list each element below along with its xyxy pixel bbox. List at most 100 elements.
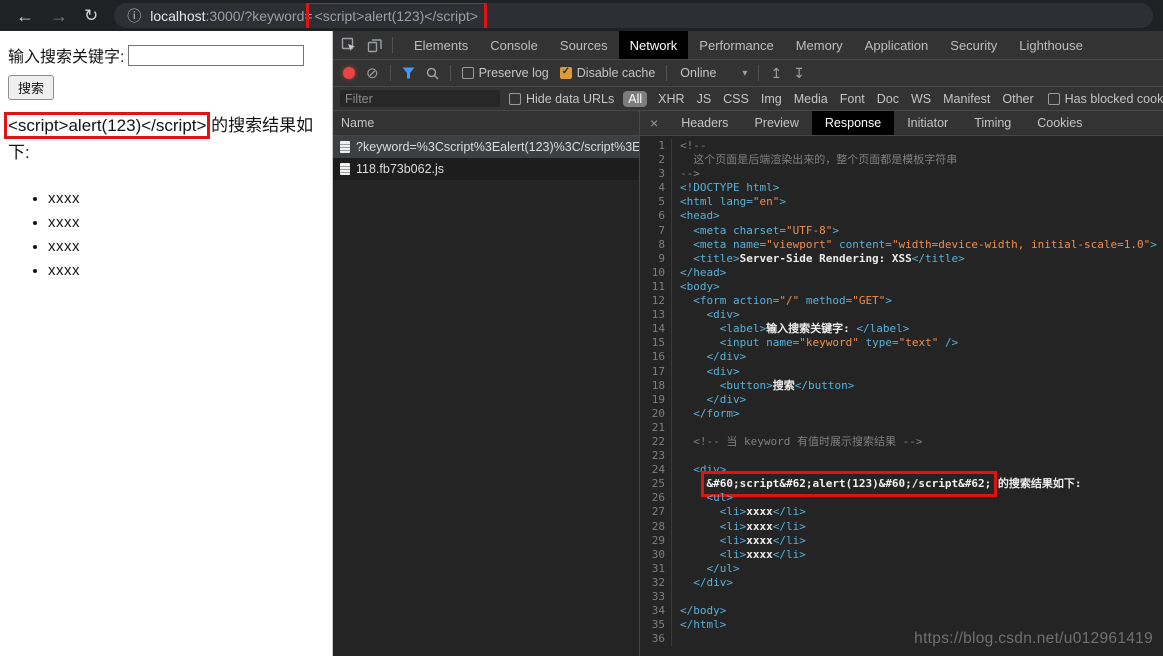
network-filter-bar: Hide data URLs All XHRJSCSSImgMediaFontDo… [333, 87, 1163, 111]
filter-type-js[interactable]: JS [692, 91, 717, 107]
keyword-input[interactable] [128, 44, 305, 66]
code-token: </ul> [680, 561, 740, 575]
code-token: </button> [794, 378, 855, 392]
filter-type-font[interactable]: Font [835, 91, 870, 107]
devtools-panel: Elements Console Sources Network Performance… [333, 31, 1163, 656]
filter-type-all[interactable]: All [623, 90, 648, 107]
line-number: 1 [640, 139, 672, 154]
devtools-tab-console[interactable]: Console [479, 31, 549, 59]
line-number: 7 [640, 223, 672, 238]
code-token: <label> [680, 322, 767, 336]
filter-type-css[interactable]: CSS [718, 91, 754, 107]
filter-type-media[interactable]: Media [789, 91, 833, 107]
devtools-tab-security[interactable]: Security [939, 31, 1008, 59]
page-info-icon[interactable]: ⓘ [127, 6, 141, 26]
device-toolbar-icon[interactable] [367, 38, 382, 53]
close-icon[interactable]: × [640, 111, 668, 135]
import-har-icon[interactable]: ↥ [770, 66, 782, 80]
code-line: 30 <li> xxxx </li> [640, 547, 1163, 562]
line-number: 4 [640, 181, 672, 196]
record-network-log-icon[interactable] [343, 67, 355, 79]
escaped-script-highlight: <script>alert(123)</script> [3, 112, 211, 139]
line-number: 34 [640, 604, 672, 619]
throttling-select[interactable]: Online ▾ [678, 66, 747, 80]
checkbox-checked-icon [559, 66, 572, 79]
requests-name-column-header[interactable]: Name [333, 111, 639, 136]
line-number: 23 [640, 449, 672, 464]
code-comment: --> [680, 167, 700, 181]
code-token: <li> [680, 547, 747, 561]
response-tab-response[interactable]: Response [811, 111, 895, 135]
code-token: "en" [752, 195, 780, 209]
response-tab-initiator[interactable]: Initiator [894, 111, 961, 135]
request-name: ?keyword=%3Cscript%3Ealert(123)%3C/scrip… [356, 140, 639, 154]
response-tab-preview[interactable]: Preview [741, 111, 811, 135]
clear-network-log-icon[interactable]: ⊘ [366, 66, 379, 81]
code-token: <body> [680, 279, 720, 293]
divider [389, 65, 391, 81]
preserve-log-checkbox[interactable]: Preserve log [461, 66, 549, 80]
filter-type-xhr[interactable]: XHR [653, 91, 689, 107]
code-token: <head> [680, 209, 720, 223]
filter-type-other[interactable]: Other [997, 91, 1038, 107]
has-blocked-cookies-checkbox[interactable]: Has blocked cookies [1047, 91, 1163, 106]
line-number: 2 [640, 153, 672, 168]
search-button[interactable]: 搜索 [8, 75, 55, 100]
divider [758, 65, 760, 81]
address-bar[interactable]: ⓘ localhost:3000/?keyword= <script>alert(… [114, 3, 1153, 28]
code-token: </form> [680, 406, 740, 420]
filter-type-img[interactable]: Img [756, 91, 787, 107]
devtools-tab-elements[interactable]: Elements [403, 31, 479, 59]
line-number: 24 [640, 463, 672, 478]
devtools-tab-sources[interactable]: Sources [549, 31, 619, 59]
code-token: <meta charset= [680, 223, 786, 237]
line-number: 17 [640, 364, 672, 379]
devtools-tab-memory[interactable]: Memory [785, 31, 854, 59]
result-item: xxxx [48, 238, 324, 255]
response-tab-timing[interactable]: Timing [961, 111, 1024, 135]
code-line: 29 <li> xxxx </li> [640, 533, 1163, 548]
response-body-code: 1 <!-- 2 这个页面是后端渲染出来的，整个页面都是模板字符串 3 --> 4 <!DO… [640, 136, 1163, 656]
url-text: localhost:3000/?keyword= <script>alert(12… [150, 3, 487, 28]
code-token: xxxx [746, 547, 773, 561]
forward-icon[interactable]: → [50, 7, 68, 25]
devtools-tab-performance[interactable]: Performance [688, 31, 784, 59]
checkbox-icon [509, 92, 521, 105]
url-xss-highlight: <script>alert(123)</script> [305, 3, 487, 28]
devtools-tab-network[interactable]: Network [618, 31, 689, 59]
request-name: 118.fb73b062.js [356, 162, 445, 176]
code-token: <li> [680, 533, 747, 547]
export-har-icon[interactable]: ↧ [793, 66, 805, 80]
divider [666, 65, 668, 81]
back-icon[interactable]: ← [16, 7, 34, 25]
request-row[interactable]: 118.fb73b062.js [333, 158, 639, 180]
filter-type-manifest[interactable]: Manifest [938, 91, 995, 107]
devtools-tab-application[interactable]: Application [854, 31, 940, 59]
disable-cache-checkbox[interactable]: Disable cache [559, 66, 655, 80]
filter-type-doc[interactable]: Doc [872, 91, 904, 107]
response-tab-headers[interactable]: Headers [668, 111, 741, 135]
code-token: <meta name= [680, 237, 767, 251]
hide-data-urls-label: Hide data URLs [526, 91, 615, 106]
inspect-element-icon[interactable] [341, 37, 357, 53]
response-tab-cookies[interactable]: Cookies [1024, 111, 1095, 135]
code-line: 7 <meta charset= "UTF-8" > [640, 223, 1163, 238]
search-icon[interactable] [426, 67, 439, 80]
code-token: <li> [680, 519, 747, 533]
requests-pane: Name ?keyword=%3Cscript%3Ealert(123)%3C/… [333, 111, 640, 656]
refresh-icon[interactable]: ↻ [84, 7, 98, 24]
code-line: 12 <form action= "/" method= "GET" > [640, 294, 1163, 309]
devtools-tab-lighthouse[interactable]: Lighthouse [1008, 31, 1094, 59]
request-row[interactable]: ?keyword=%3Cscript%3Ealert(123)%3C/scrip… [333, 136, 639, 158]
result-list: xxxx xxxx xxxx xxxx [8, 190, 324, 279]
filter-type-ws[interactable]: WS [906, 91, 936, 107]
code-token: Server-Side Rendering: XSS [739, 251, 912, 265]
line-number: 26 [640, 491, 672, 506]
hide-data-urls-checkbox[interactable]: Hide data URLs [509, 92, 614, 106]
filter-icon[interactable] [402, 67, 415, 79]
code-token: <div> [680, 463, 727, 477]
code-line: 31 </ul> [640, 561, 1163, 576]
code-line: 23 [640, 449, 1163, 464]
has-blocked-cookies-label: Has blocked cookies [1064, 91, 1163, 106]
filter-input[interactable] [340, 90, 500, 107]
